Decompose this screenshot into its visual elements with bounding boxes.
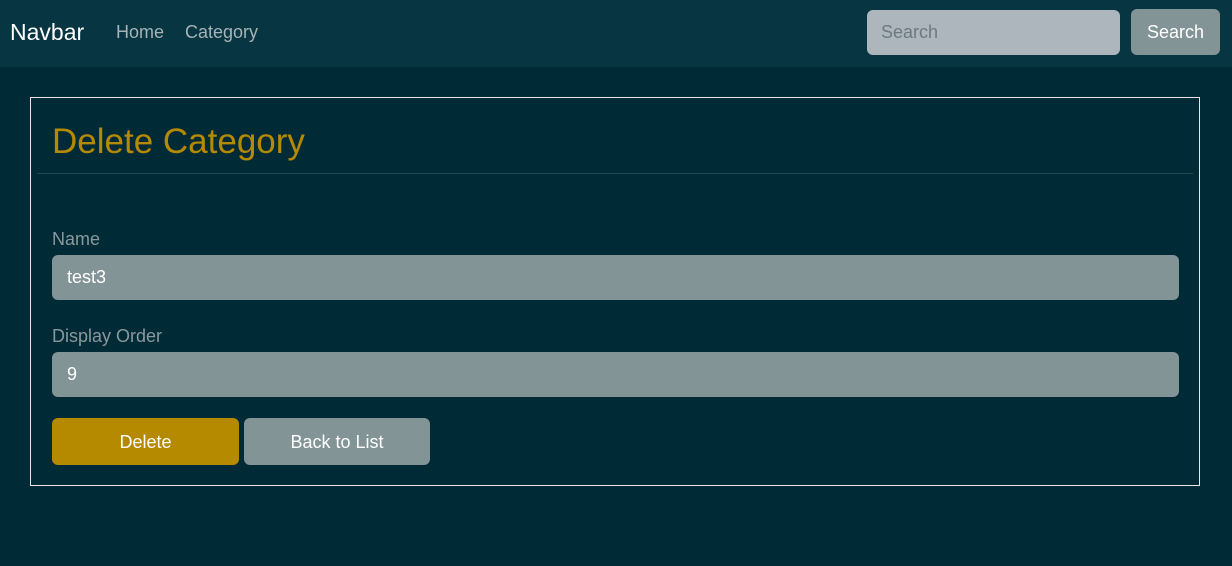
name-field[interactable] [52, 255, 1179, 300]
page-title: Delete Category [52, 122, 305, 161]
navbar-brand[interactable]: Navbar [10, 17, 84, 47]
display-order-label: Display Order [52, 326, 163, 346]
delete-button[interactable]: Delete [52, 418, 239, 465]
back-to-list-button[interactable]: Back to List [244, 418, 430, 465]
nav-link-home[interactable]: Home [116, 20, 164, 44]
search-input[interactable] [867, 10, 1120, 55]
navbar: Navbar Home Category Search [0, 0, 1232, 67]
name-label: Name [52, 229, 101, 249]
title-divider [37, 173, 1193, 174]
search-button[interactable]: Search [1131, 9, 1220, 55]
nav-link-category[interactable]: Category [185, 20, 258, 44]
display-order-field[interactable] [52, 352, 1179, 397]
delete-category-form: Delete Category Name Display Order Delet… [30, 97, 1200, 486]
